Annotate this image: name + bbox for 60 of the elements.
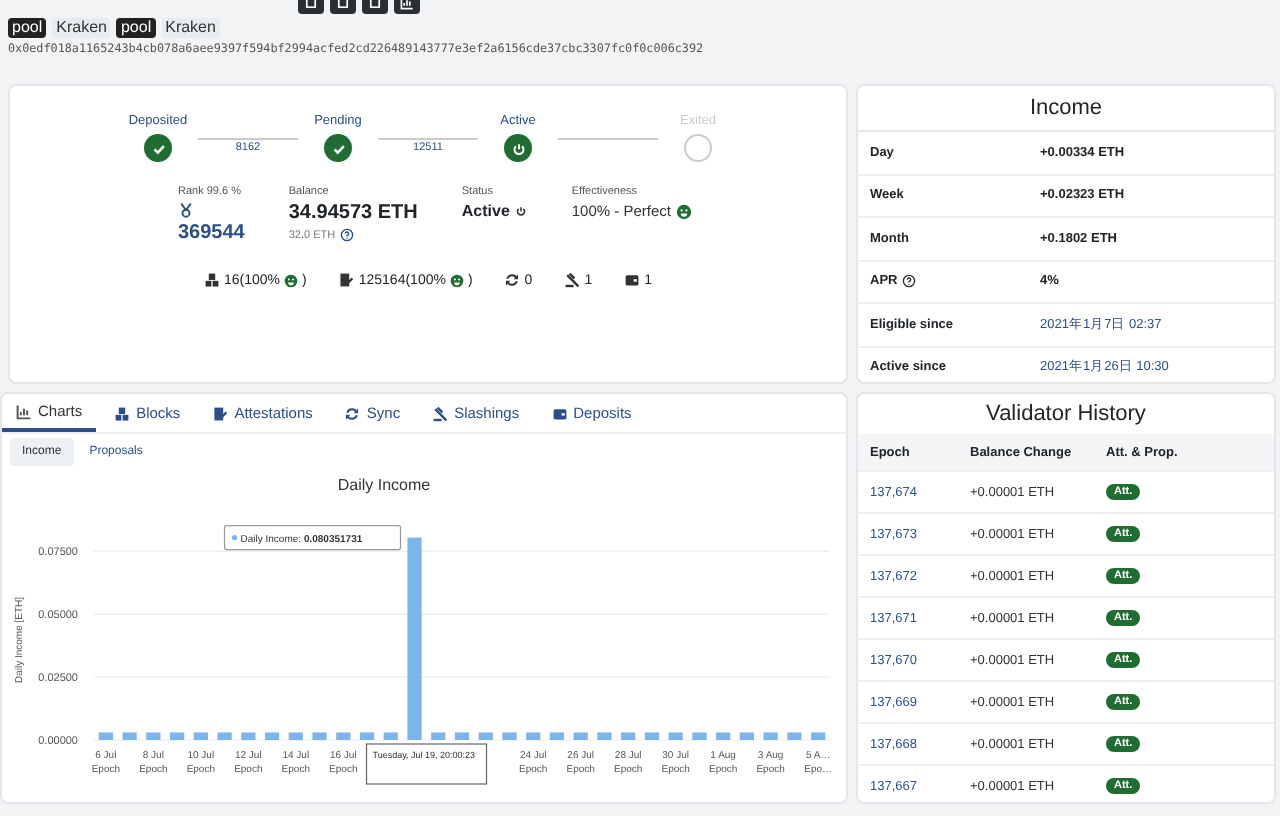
tag-badge: Kraken [52, 18, 111, 38]
power-icon [513, 204, 528, 218]
bar [549, 732, 565, 740]
bar [811, 732, 826, 740]
bar [431, 732, 446, 740]
balance-value: 34.94573 ETH [288, 202, 418, 224]
help-icon [339, 228, 354, 242]
sync-icon [504, 272, 521, 288]
chart-icon [16, 403, 32, 419]
bar [692, 732, 707, 740]
tag-badge: pool [116, 18, 156, 38]
smiley-icon [675, 203, 691, 219]
gavel-icon [564, 272, 581, 288]
step-indicator [684, 134, 712, 162]
bar [621, 732, 636, 740]
bar [146, 732, 161, 740]
bar [668, 732, 683, 740]
bar [502, 732, 517, 740]
bar [312, 732, 327, 740]
bar [573, 732, 588, 740]
history-title: Validator History [984, 400, 1148, 430]
tag-badge: Kraken [161, 18, 220, 38]
wallet-icon [624, 272, 641, 288]
cubes-icon [114, 405, 131, 421]
bar [288, 732, 303, 740]
tag-badge: pool [8, 18, 47, 38]
smiley-icon [284, 273, 299, 287]
bar [336, 732, 351, 740]
bar [359, 732, 375, 740]
cubes-icon [203, 272, 220, 288]
power-icon [509, 139, 527, 157]
bar [122, 732, 137, 740]
bar [241, 732, 256, 740]
bar [217, 732, 232, 740]
sync-icon [344, 405, 361, 421]
bar [787, 732, 802, 740]
document-icon [212, 405, 229, 421]
status-value: Active [461, 202, 510, 220]
rank-value: 369544 [178, 222, 245, 244]
chart-title: Daily Income [337, 476, 431, 494]
bar [98, 732, 113, 740]
bar [169, 732, 185, 740]
bar [383, 732, 398, 740]
bar [454, 732, 470, 740]
income-title: Income [858, 86, 1274, 132]
wallet-icon [551, 405, 568, 421]
bar [716, 732, 731, 740]
smiley-icon [449, 273, 464, 287]
gavel-icon [432, 405, 449, 421]
bar [264, 732, 280, 740]
bar [763, 732, 778, 740]
bar [644, 732, 660, 740]
bar [193, 732, 208, 740]
bar [526, 732, 541, 740]
document-icon [338, 272, 355, 288]
medal-icon [178, 202, 194, 218]
help-icon [901, 274, 916, 289]
bar [478, 732, 493, 740]
bar [597, 732, 612, 740]
bar [739, 732, 755, 740]
